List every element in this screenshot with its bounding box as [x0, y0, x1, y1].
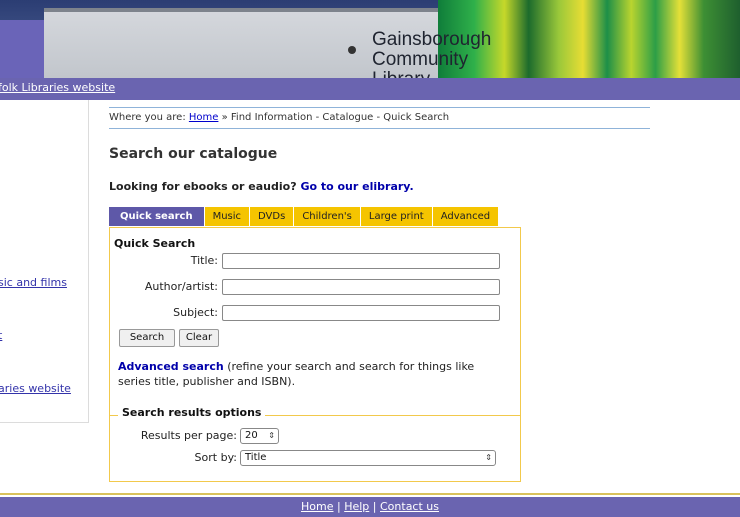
sidebar-item-truncated[interactable]: t: [0, 329, 2, 342]
breadcrumb-home-link[interactable]: Home: [189, 112, 219, 123]
results-per-page-select[interactable]: 20 ⇕: [240, 428, 279, 444]
tab-music[interactable]: Music: [204, 207, 251, 226]
quick-search-heading: Quick Search: [114, 237, 196, 250]
footer-separator-2: |: [372, 500, 377, 513]
elibrary-link[interactable]: Go to our elibrary.: [300, 180, 413, 193]
clear-button[interactable]: Clear: [179, 329, 219, 347]
stepper-arrows-icon: ⇕: [268, 431, 275, 440]
top-nav-bar: folk Libraries website: [0, 78, 740, 100]
sign-logo-icon: [348, 46, 356, 54]
sign-line-1: Gainsborough: [372, 29, 492, 50]
footer-separator-1: |: [336, 500, 341, 513]
results-per-page-value: 20: [245, 430, 258, 441]
sidebar-item-music-films[interactable]: sic and films: [0, 276, 67, 289]
tab-dvds[interactable]: DVDs: [250, 207, 295, 226]
results-per-page-label: Results per page:: [140, 429, 237, 442]
breadcrumb: Where you are: Home » Find Information -…: [109, 107, 650, 129]
title-input[interactable]: [222, 253, 500, 269]
tab-advanced[interactable]: Advanced: [432, 207, 500, 226]
sidebar-item-libraries-website[interactable]: aries website: [0, 382, 71, 395]
advanced-search-note: Advanced search (refine your search and …: [118, 359, 508, 389]
sign-line-3: Library: [372, 70, 491, 79]
footer-home-link[interactable]: Home: [301, 500, 333, 513]
author-input[interactable]: [222, 279, 500, 295]
library-sign: Gainsborough Community Library: [372, 29, 492, 79]
left-sidebar: sic and films t aries website: [0, 100, 89, 423]
results-options-heading: Search results options: [118, 406, 266, 419]
tab-large-print[interactable]: Large print: [360, 207, 433, 226]
breadcrumb-trail: » Find Information - Catalogue - Quick S…: [221, 112, 450, 123]
subject-label: Subject:: [173, 306, 218, 319]
title-label: Title:: [190, 254, 218, 267]
search-tabs: Quick search Music DVDs Children's Large…: [109, 207, 500, 226]
dropdown-arrows-icon: ⇕: [485, 453, 492, 462]
ebook-notice: Looking for ebooks or eaudio? Go to our …: [109, 180, 414, 193]
tab-quick-search[interactable]: Quick search: [109, 207, 205, 226]
sign-line-2: Community: [372, 49, 469, 70]
tab-childrens[interactable]: Children's: [294, 207, 361, 226]
quick-search-panel: Quick Search Title: Author/artist: Subje…: [109, 227, 521, 482]
footer-divider: [0, 493, 740, 495]
ebook-text: Looking for ebooks or eaudio?: [109, 180, 297, 193]
subject-input[interactable]: [222, 305, 500, 321]
sort-by-label: Sort by:: [194, 451, 237, 464]
author-label: Author/artist:: [144, 280, 218, 293]
footer-contact-link[interactable]: Contact us: [380, 500, 439, 513]
sort-by-select[interactable]: Title ⇕: [240, 450, 496, 466]
banner-purple-block: [0, 20, 44, 78]
footer-help-link[interactable]: Help: [344, 500, 369, 513]
advanced-search-link[interactable]: Advanced search: [118, 360, 224, 373]
header-banner: Gainsborough Community Library: [0, 0, 740, 78]
page-title: Search our catalogue: [109, 146, 278, 162]
footer-bar: Home | Help | Contact us: [0, 497, 740, 517]
breadcrumb-prefix: Where you are:: [109, 112, 186, 123]
libraries-website-link[interactable]: folk Libraries website: [0, 81, 115, 94]
sort-by-value: Title: [245, 452, 267, 463]
search-button[interactable]: Search: [119, 329, 175, 347]
